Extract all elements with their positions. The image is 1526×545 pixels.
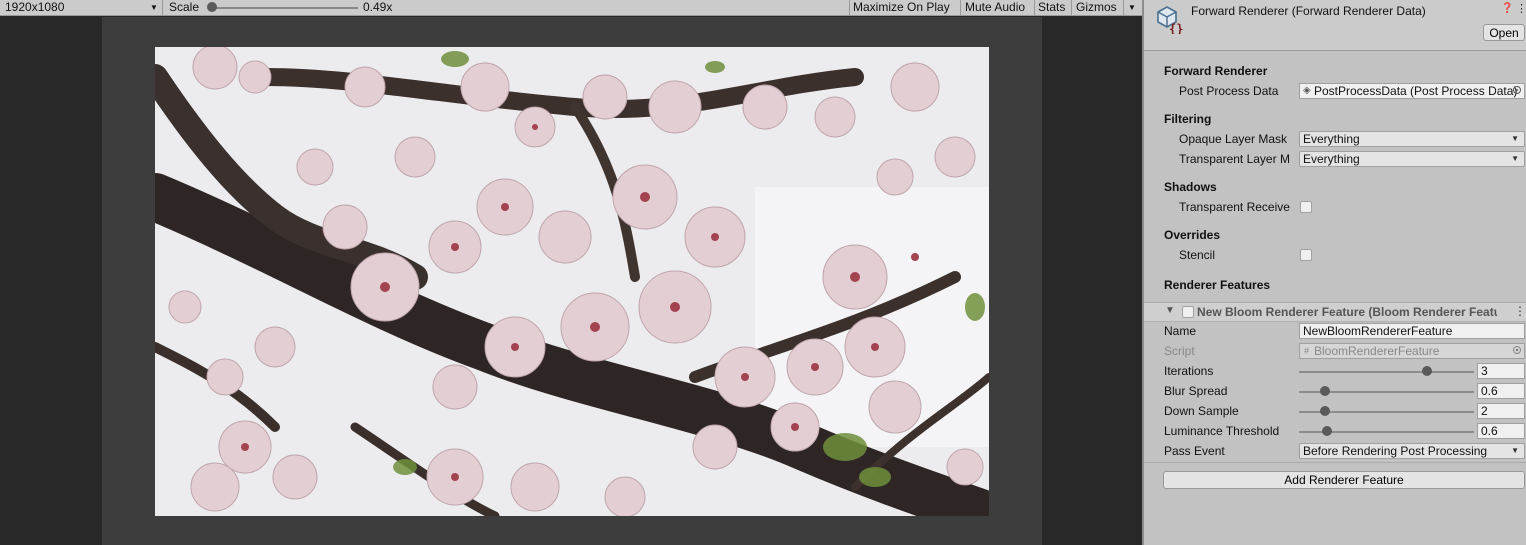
opaque-layer-mask-value: Everything — [1303, 132, 1360, 146]
renderer-features-header: Renderer Features — [1164, 278, 1271, 292]
divider — [1123, 0, 1124, 15]
transparent-receive-shadows-checkbox[interactable] — [1300, 201, 1312, 213]
divider — [1071, 0, 1072, 15]
forward-renderer-header: Forward Renderer — [1164, 64, 1268, 78]
divider — [1034, 0, 1035, 15]
game-render-image — [155, 47, 989, 516]
inspector-header: {} Forward Renderer (Forward Renderer Da… — [1144, 0, 1526, 51]
down-sample-input[interactable]: 2 — [1477, 403, 1525, 419]
kebab-menu-icon[interactable]: ⋮ — [1516, 2, 1526, 15]
blur-spread-label: Blur Spread — [1164, 384, 1228, 398]
script-field: # BloomRendererFeature — [1299, 343, 1525, 359]
overrides-header: Overrides — [1164, 228, 1221, 242]
divider — [849, 0, 850, 15]
game-toolbar: 1920x1080 ▼ Scale 0.49x Maximize On Play… — [0, 0, 1142, 16]
post-process-data-label: Post Process Data — [1179, 84, 1279, 98]
pass-event-dropdown[interactable]: Before Rendering Post Processing ▼ — [1299, 443, 1525, 459]
chevron-down-icon: ▼ — [1511, 154, 1519, 163]
iterations-label: Iterations — [1164, 364, 1214, 378]
transparent-layer-mask-value: Everything — [1303, 152, 1360, 166]
chevron-down-icon: ▼ — [1511, 446, 1519, 455]
maximize-on-play-button[interactable]: Maximize On Play — [853, 0, 950, 15]
help-icon[interactable]: ❓ — [1501, 3, 1513, 14]
feature-title: New Bloom Renderer Feature (Bloom Render… — [1197, 305, 1497, 319]
down-sample-slider-handle[interactable] — [1320, 406, 1331, 416]
iterations-slider-handle[interactable] — [1421, 366, 1432, 376]
filtering-header: Filtering — [1164, 112, 1212, 126]
inspector-title: Forward Renderer (Forward Renderer Data) — [1191, 4, 1426, 18]
post-process-data-field[interactable]: ◈ PostProcessData (Post Process Data) — [1299, 83, 1525, 99]
cherry-blossom-photo — [155, 47, 989, 516]
script-value: BloomRendererFeature — [1314, 344, 1440, 358]
blur-spread-input[interactable]: 0.6 — [1477, 383, 1525, 399]
stencil-checkbox[interactable] — [1300, 249, 1312, 261]
mute-audio-button[interactable]: Mute Audio — [965, 0, 1025, 15]
gizmos-button[interactable]: Gizmos — [1076, 0, 1117, 15]
open-button[interactable]: Open — [1483, 24, 1525, 41]
resolution-dropdown[interactable]: 1920x1080 — [5, 0, 64, 15]
divider — [162, 0, 163, 15]
gizmos-dropdown-icon[interactable]: ▼ — [1128, 0, 1136, 15]
object-picker-icon[interactable] — [1513, 86, 1521, 94]
pass-event-label: Pass Event — [1164, 444, 1225, 458]
chevron-down-icon: ▼ — [1511, 134, 1519, 143]
feature-enabled-checkbox[interactable] — [1182, 306, 1194, 318]
name-input[interactable]: NewBloomRendererFeature — [1299, 323, 1525, 339]
down-sample-label: Down Sample — [1164, 404, 1239, 418]
renderer-feature-foldout[interactable]: ▼ New Bloom Renderer Feature (Bloom Rend… — [1144, 302, 1526, 322]
object-picker-icon — [1513, 346, 1521, 354]
stencil-label: Stencil — [1179, 248, 1216, 262]
script-label: Script — [1164, 344, 1195, 358]
iterations-slider-track[interactable] — [1299, 371, 1474, 373]
add-renderer-feature-button[interactable]: Add Renderer Feature — [1163, 471, 1525, 489]
blur-spread-slider-handle[interactable] — [1320, 386, 1331, 396]
pass-event-value: Before Rendering Post Processing — [1303, 444, 1488, 458]
transparent-layer-mask-label: Transparent Layer M — [1179, 152, 1290, 166]
inspector-panel: {} Forward Renderer (Forward Renderer Da… — [1142, 0, 1526, 545]
scale-label: Scale — [169, 0, 200, 14]
stats-button[interactable]: Stats — [1038, 0, 1065, 15]
post-process-data-value: PostProcessData (Post Process Data) — [1314, 84, 1518, 98]
svg-text:{}: {} — [1169, 22, 1183, 34]
scale-slider-track[interactable] — [212, 7, 358, 9]
game-view: 1920x1080 ▼ Scale 0.49x Maximize On Play… — [0, 0, 1142, 545]
iterations-input[interactable]: 3 — [1477, 363, 1525, 379]
scriptable-object-icon: {} — [1157, 6, 1183, 34]
luminance-threshold-input[interactable]: 0.6 — [1477, 423, 1525, 439]
shadows-header: Shadows — [1164, 180, 1217, 194]
opaque-layer-mask-dropdown[interactable]: Everything ▼ — [1299, 131, 1525, 147]
kebab-menu-icon[interactable]: ⋮ — [1514, 304, 1526, 318]
scale-slider-handle[interactable] — [207, 2, 217, 12]
scale-value: 0.49x — [363, 0, 393, 14]
luminance-threshold-label: Luminance Threshold — [1164, 424, 1280, 438]
divider — [960, 0, 961, 15]
divider — [1144, 462, 1526, 463]
luminance-threshold-slider-handle[interactable] — [1322, 426, 1332, 436]
foldout-arrow-icon[interactable]: ▼ — [1165, 305, 1175, 316]
chevron-down-icon[interactable]: ▼ — [150, 0, 158, 15]
transparent-layer-mask-dropdown[interactable]: Everything ▼ — [1299, 151, 1525, 167]
asset-icon: ◈ — [1303, 85, 1311, 96]
script-icon: # — [1304, 346, 1310, 356]
name-label: Name — [1164, 324, 1197, 338]
opaque-layer-mask-label: Opaque Layer Mask — [1179, 132, 1288, 146]
transparent-receive-shadows-label: Transparent Receive — [1179, 200, 1290, 214]
